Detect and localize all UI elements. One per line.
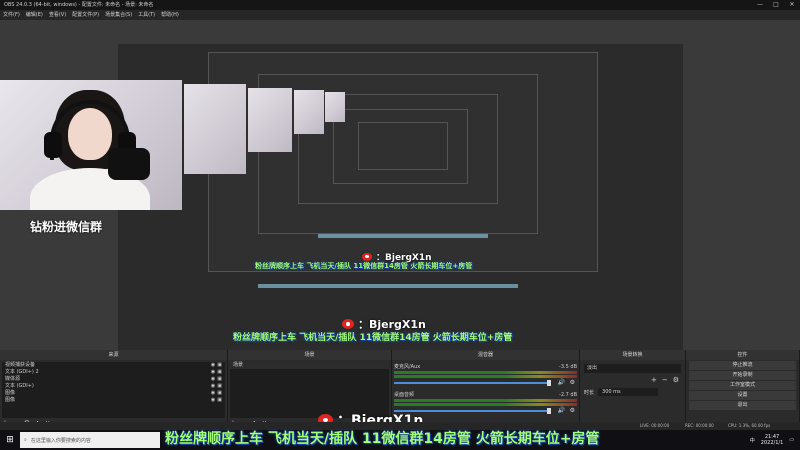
webcam-feed bbox=[0, 80, 182, 210]
banner-echo: 粉丝牌顺序上车 飞机当天/插队 11微信群14房管 火箭长期车位+房管 bbox=[233, 333, 513, 343]
scenes-dock-title: 场景 bbox=[228, 350, 391, 360]
eye-icon[interactable]: ◉ bbox=[211, 369, 215, 376]
windows-start-icon[interactable]: ⊞ bbox=[0, 430, 20, 450]
menu-help[interactable]: 帮助(H) bbox=[161, 10, 179, 20]
webcam-feed-echo bbox=[294, 90, 324, 134]
taskbar-search[interactable]: ⌕ 在这里输入你要搜索的内容 bbox=[20, 432, 160, 448]
search-placeholder: 在这里输入你要搜索的内容 bbox=[30, 437, 91, 444]
sponsor-banner: 粉丝牌顺序上车 飞机当天/插队 11微信群14房管 火箭长期车位+房管 bbox=[165, 431, 600, 447]
track-name: 麦克风/Aux bbox=[394, 364, 421, 370]
clock-date: 2022/1/1 bbox=[760, 440, 784, 446]
duration-input[interactable]: 300 ms bbox=[598, 388, 659, 396]
eye-icon[interactable]: ◉ bbox=[211, 376, 215, 383]
list-item[interactable]: 图像 ◉ ▣ bbox=[2, 397, 225, 404]
cpu-fps: CPU: 1.3%, 60.00 fps bbox=[728, 423, 771, 428]
clock[interactable]: 21:47 2022/1/1 bbox=[761, 434, 783, 446]
search-icon: ⌕ bbox=[24, 437, 27, 443]
settings-icon[interactable]: ⚙ bbox=[673, 376, 679, 384]
transition-type-select[interactable]: 淡出 bbox=[584, 364, 681, 373]
rec-timer: REC: 00:00:00 bbox=[685, 423, 714, 428]
eye-icon[interactable]: ◉ bbox=[211, 390, 215, 397]
volume-meter bbox=[394, 375, 577, 378]
lock-icon[interactable]: ▣ bbox=[217, 376, 222, 383]
track-db: -2.7 dB bbox=[559, 392, 577, 398]
lock-icon[interactable]: ▣ bbox=[217, 362, 222, 369]
transition-toolbar: + − ⚙ bbox=[651, 376, 679, 384]
lock-icon[interactable]: ▣ bbox=[217, 397, 222, 404]
notification-icon[interactable]: ▭ bbox=[789, 437, 794, 443]
minimize-icon[interactable]: — bbox=[752, 0, 768, 10]
remove-icon[interactable]: − bbox=[662, 376, 668, 384]
window-controls: — □ ✕ bbox=[752, 0, 800, 10]
transitions-dock: 场景转换 淡出 + − ⚙ 时长 300 ms bbox=[580, 350, 686, 430]
microphone-icon bbox=[108, 148, 150, 180]
eye-icon[interactable]: ◉ bbox=[211, 397, 215, 404]
list-item[interactable]: 场景 bbox=[230, 362, 389, 369]
nested-banner-stripe bbox=[258, 284, 518, 288]
speaker-icon[interactable]: 🔊 bbox=[558, 407, 565, 414]
live-timer: LIVE: 00:00:00 bbox=[640, 423, 670, 428]
lock-icon[interactable]: ▣ bbox=[217, 369, 222, 376]
system-tray: 中 21:47 2022/1/1 ▭ bbox=[750, 430, 794, 450]
slider-handle[interactable] bbox=[547, 408, 551, 414]
gear-icon[interactable]: ⚙ bbox=[570, 379, 575, 386]
list-item[interactable]: 文本 (GDI+) 2 ◉ ▣ bbox=[2, 369, 225, 376]
maximize-icon[interactable]: □ bbox=[768, 0, 784, 10]
window-titlebar: OBS 24.0.3 (64-bit, windows) - 配置文件: 未命名… bbox=[0, 0, 800, 10]
transitions-dock-title: 场景转换 bbox=[580, 350, 685, 360]
exit-button[interactable]: 退出 bbox=[689, 401, 796, 410]
menu-file[interactable]: 文件(F) bbox=[3, 10, 20, 20]
ime-indicator[interactable]: 中 bbox=[750, 437, 755, 444]
menu-tools[interactable]: 工具(T) bbox=[138, 10, 155, 20]
volume-meter bbox=[394, 371, 577, 374]
window-title: OBS 24.0.3 (64-bit, windows) - 配置文件: 未命名… bbox=[4, 2, 154, 8]
stop-streaming-button[interactable]: 停止推流 bbox=[689, 361, 796, 370]
track-db: -3.5 dB bbox=[559, 364, 577, 370]
nested-preview-5 bbox=[358, 122, 448, 170]
volume-meter bbox=[394, 399, 577, 402]
controls-dock-title: 控件 bbox=[686, 350, 799, 360]
duration-label: 时长 bbox=[584, 389, 595, 396]
gear-icon[interactable]: ⚙ bbox=[570, 407, 575, 414]
lock-icon[interactable]: ▣ bbox=[217, 390, 222, 397]
banner-echo: 粉丝牌顺序上车 飞机当天/插队 11微信群14房管 火箭长期车位+房管 bbox=[255, 262, 473, 270]
list-item[interactable]: 文本 (GDI+) ◉ ▣ bbox=[2, 383, 225, 390]
preview-area[interactable]: 钻粉进微信群 ：BjergX1n 粉丝牌顺序上车 飞机当天/插队 11微信群14… bbox=[0, 20, 800, 362]
menu-scene-collection[interactable]: 场景集合(S) bbox=[105, 10, 132, 20]
settings-button[interactable]: 设置 bbox=[689, 391, 796, 400]
volume-slider[interactable]: 🔊 ⚙ bbox=[394, 379, 577, 386]
sources-list[interactable]: 视频捕获设备 ◉ ▣ 文本 (GDI+) 2 ◉ ▣ 媒体源 ◉ ▣ 文本 (GDI+) ◉ ▣… bbox=[2, 362, 225, 418]
studio-mode-button[interactable]: 工作室模式 bbox=[689, 381, 796, 390]
mixer-dock-title: 混音器 bbox=[392, 350, 579, 360]
speaker-icon[interactable]: 🔊 bbox=[558, 379, 565, 386]
eye-icon[interactable]: ◉ bbox=[211, 383, 215, 390]
cam-caption: 钻粉进微信群 bbox=[30, 220, 103, 234]
menu-bar: 文件(F) 编辑(E) 查看(V) 配置文件(P) 场景集合(S) 工具(T) … bbox=[0, 10, 800, 20]
list-item[interactable]: 视频捕获设备 ◉ ▣ bbox=[2, 362, 225, 369]
sources-dock: 来源 视频捕获设备 ◉ ▣ 文本 (GDI+) 2 ◉ ▣ 媒体源 ◉ ▣ 文本 (GDI+… bbox=[0, 350, 228, 430]
sources-dock-title: 来源 bbox=[0, 350, 227, 360]
menu-edit[interactable]: 编辑(E) bbox=[26, 10, 43, 20]
close-icon[interactable]: ✕ bbox=[784, 0, 800, 10]
headset-ear-icon bbox=[44, 132, 62, 158]
slider-handle[interactable] bbox=[547, 380, 551, 386]
menu-profile[interactable]: 配置文件(P) bbox=[72, 10, 99, 20]
weibo-icon bbox=[362, 252, 372, 261]
lock-icon[interactable]: ▣ bbox=[217, 383, 222, 390]
webcam-feed-echo bbox=[184, 84, 246, 174]
volume-meter bbox=[394, 403, 577, 406]
weibo-icon bbox=[342, 319, 354, 329]
controls-dock: 控件 停止推流 开始录制 工作室模式 设置 退出 bbox=[686, 350, 800, 430]
list-item[interactable]: 媒体源 ◉ ▣ bbox=[2, 376, 225, 383]
webcam-feed-echo bbox=[248, 88, 292, 152]
start-recording-button[interactable]: 开始录制 bbox=[689, 371, 796, 380]
duration-row: 时长 300 ms bbox=[584, 388, 659, 396]
nested-banner-stripe bbox=[318, 234, 488, 238]
track-name: 桌面音频 bbox=[394, 392, 415, 398]
menu-view[interactable]: 查看(V) bbox=[49, 10, 66, 20]
eye-icon[interactable]: ◉ bbox=[211, 362, 215, 369]
list-item[interactable]: 图像 ◉ ▣ bbox=[2, 390, 225, 397]
add-icon[interactable]: + bbox=[651, 376, 657, 384]
webcam-feed-echo bbox=[325, 92, 345, 122]
